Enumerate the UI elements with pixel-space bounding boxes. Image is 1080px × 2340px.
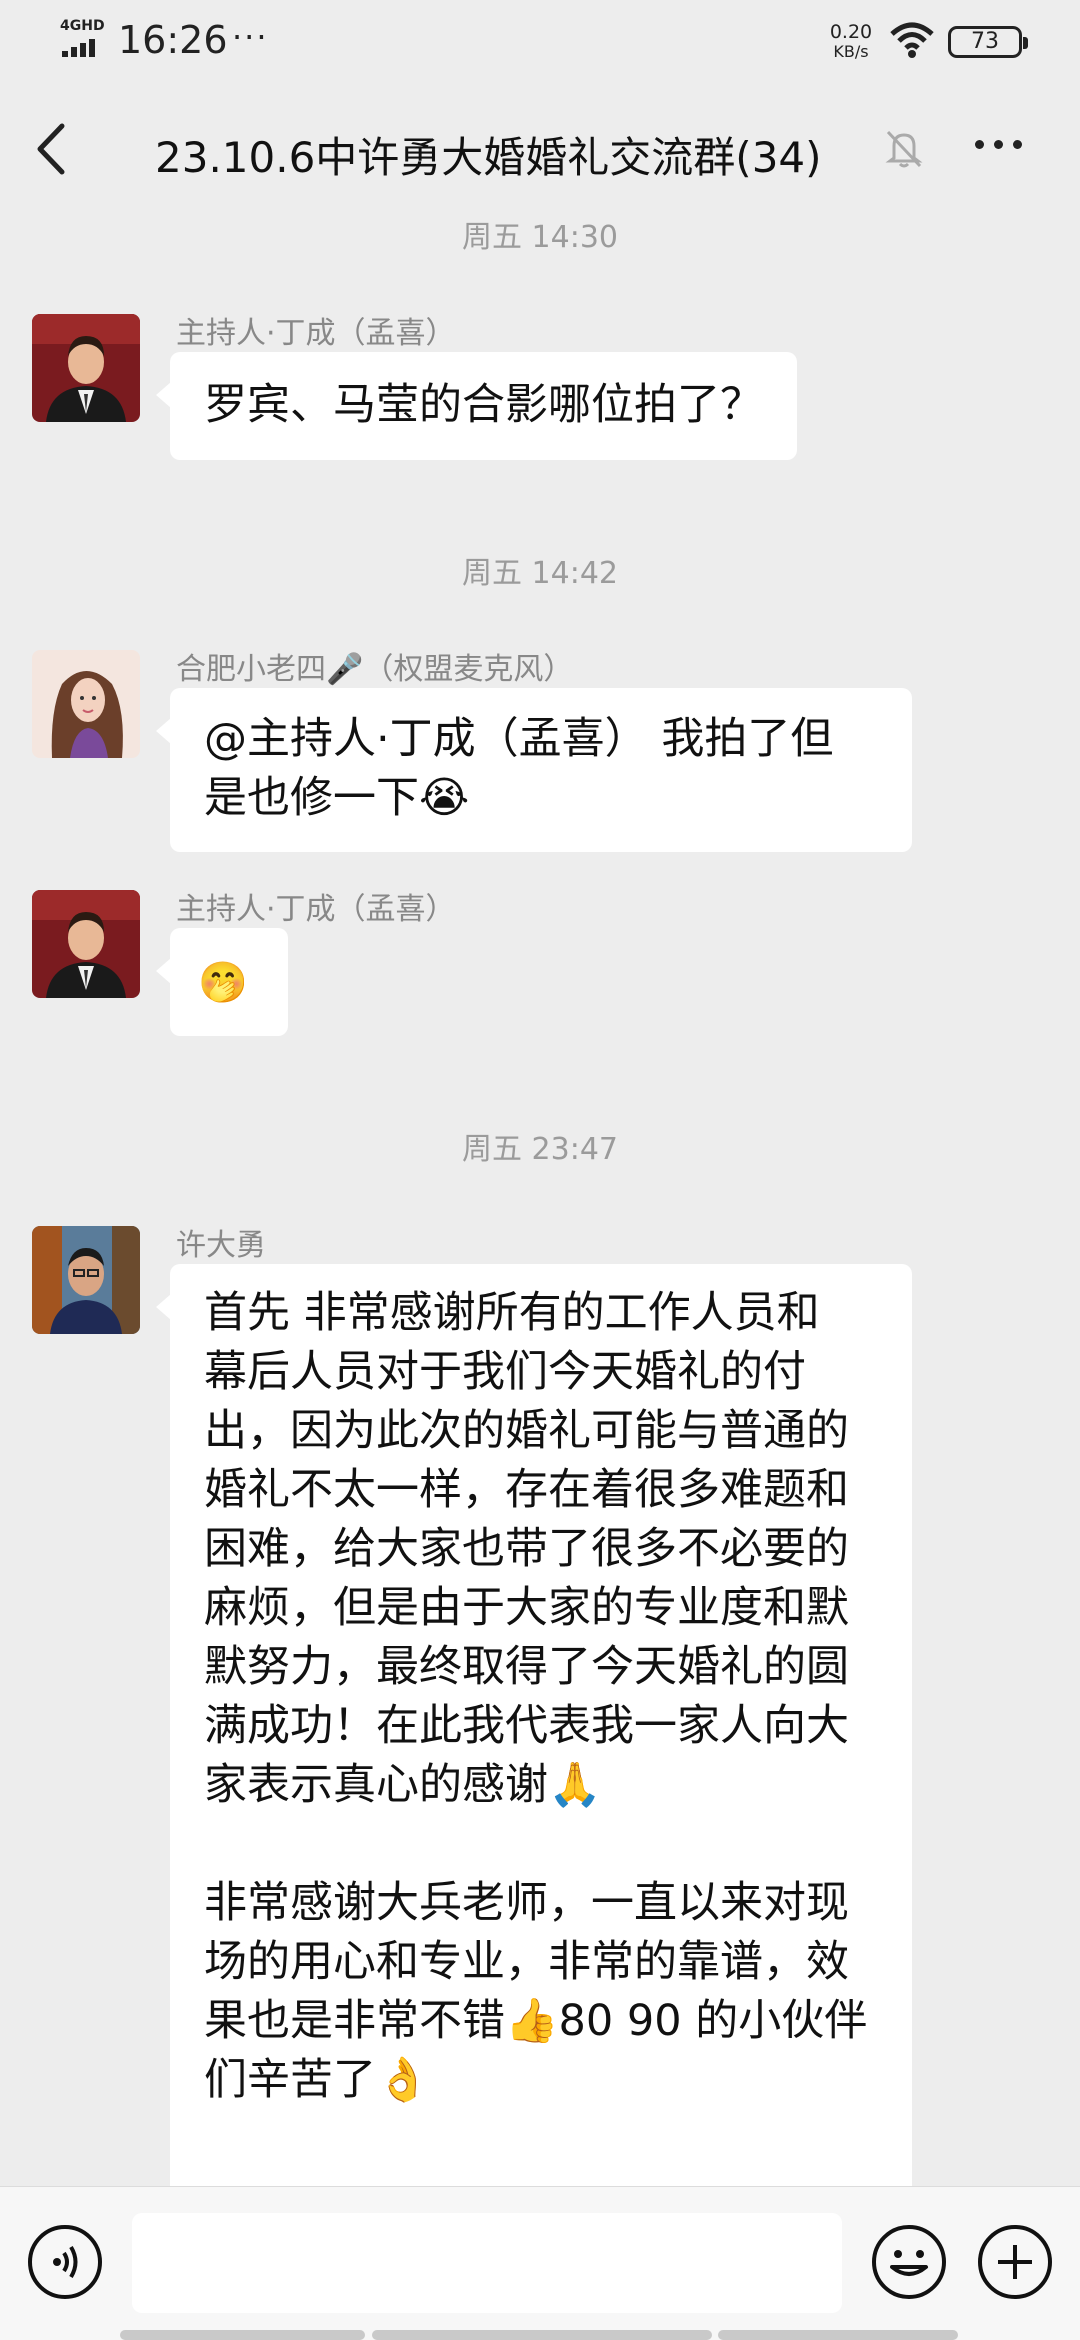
mute-bell-icon [882,126,926,170]
message-text: 婚礼不太一样，存在着很多难题和 [204,1465,849,1515]
emoji-icon[interactable] [872,2225,946,2299]
message-text: 🤭 [198,960,248,1006]
message-text [204,1815,878,1874]
plus-icon[interactable] [978,2225,1052,2299]
message-bubble[interactable]: 首先 非常感谢所有的工作人员和 幕后人员对于我们今天婚礼的付 出，因为此次的婚礼… [156,1264,912,2186]
battery-icon: 73 [948,26,1028,58]
network-speed: 0.20 KB/s [818,22,884,62]
nav-hint [372,2330,712,2340]
message-bubble[interactable]: 🤭 [156,928,288,1036]
wifi-icon [888,20,936,64]
avatar[interactable] [32,890,140,998]
message-text: 出，因为此次的婚礼可能与普通的 [204,1406,849,1456]
sender-name: 许大勇 [176,1228,266,1263]
timestamp: 周五 14:30 [462,220,618,255]
message-text: 困难，给大家也带了很多不必要的 [204,1524,849,1574]
chat-title: 23.10.6中许勇大婚婚礼交流群(34) [155,133,822,182]
back-arrow-icon[interactable] [28,122,78,176]
message-bubble[interactable]: @主持人·丁成（孟喜） 我拍了但 是也修一下😭 [156,688,912,852]
clock: 16:26 [118,18,228,62]
status-bar: 4GHD 16:26 ··· 0.20 KB/s 73 [0,0,1080,84]
message-text: 麻烦，但是由于大家的专业度和默 [204,1583,849,1633]
message-text: 默努力，最终取得了今天婚礼的圆 [204,1642,849,1692]
speed-value: 0.20 [829,21,873,43]
more-icon[interactable] [975,134,1035,164]
message-text: 满成功！在此我代表我一家人向大 [204,1701,849,1751]
message-text: 非常感谢大兵老师，一直以来对现 [204,1878,849,1928]
sender-name: 主持人·丁成（孟喜） [176,316,456,351]
sender-name: 主持人·丁成（孟喜） [176,892,456,927]
message-text: 家表示真心的感谢🙏 [204,1760,602,1810]
avatar[interactable] [32,650,140,758]
message-text: 果也是非常不错👍80 90 的小伙伴 [204,1996,868,2046]
nav-hint [120,2330,365,2340]
message-bubble[interactable]: 罗宾、马莹的合影哪位拍了？ [156,352,797,460]
message-text: 是也修一下😭 [204,773,470,823]
message-text: 罗宾、马莹的合影哪位拍了？ [204,380,763,430]
sender-name: 合肥小老四🎤（权盟麦克风） [176,652,574,687]
message-text: 们辛苦了👌 [204,2055,430,2105]
chat-messages[interactable]: 周五 14:30 主持人·丁成（孟喜） 罗宾、马莹的合影哪位拍了？ 周五 14:… [0,214,1080,2186]
voice-icon[interactable] [28,2225,102,2299]
message-input[interactable] [132,2213,842,2313]
avatar[interactable] [32,1226,140,1334]
input-bar [0,2186,1080,2340]
timestamp: 周五 14:42 [462,556,618,591]
chat-header: 23.10.6中许勇大婚婚礼交流群(34) [0,84,1080,214]
message-text: 首先 非常感谢所有的工作人员和 [204,1288,820,1338]
nav-hint [718,2330,958,2340]
timestamp: 周五 23:47 [462,1132,618,1167]
message-text: 场的用心和专业，非常的靠谱，效 [204,1937,849,1987]
avatar[interactable] [32,314,140,422]
message-text: @主持人·丁成（孟喜） 我拍了但 [204,714,834,764]
message-text: 幕后人员对于我们今天婚礼的付 [204,1347,806,1397]
speed-unit: KB/s [833,42,869,61]
signal-icon: 4GHD [60,18,110,62]
more-notifications: ··· [232,18,269,56]
network-type: 4GHD [60,18,105,34]
